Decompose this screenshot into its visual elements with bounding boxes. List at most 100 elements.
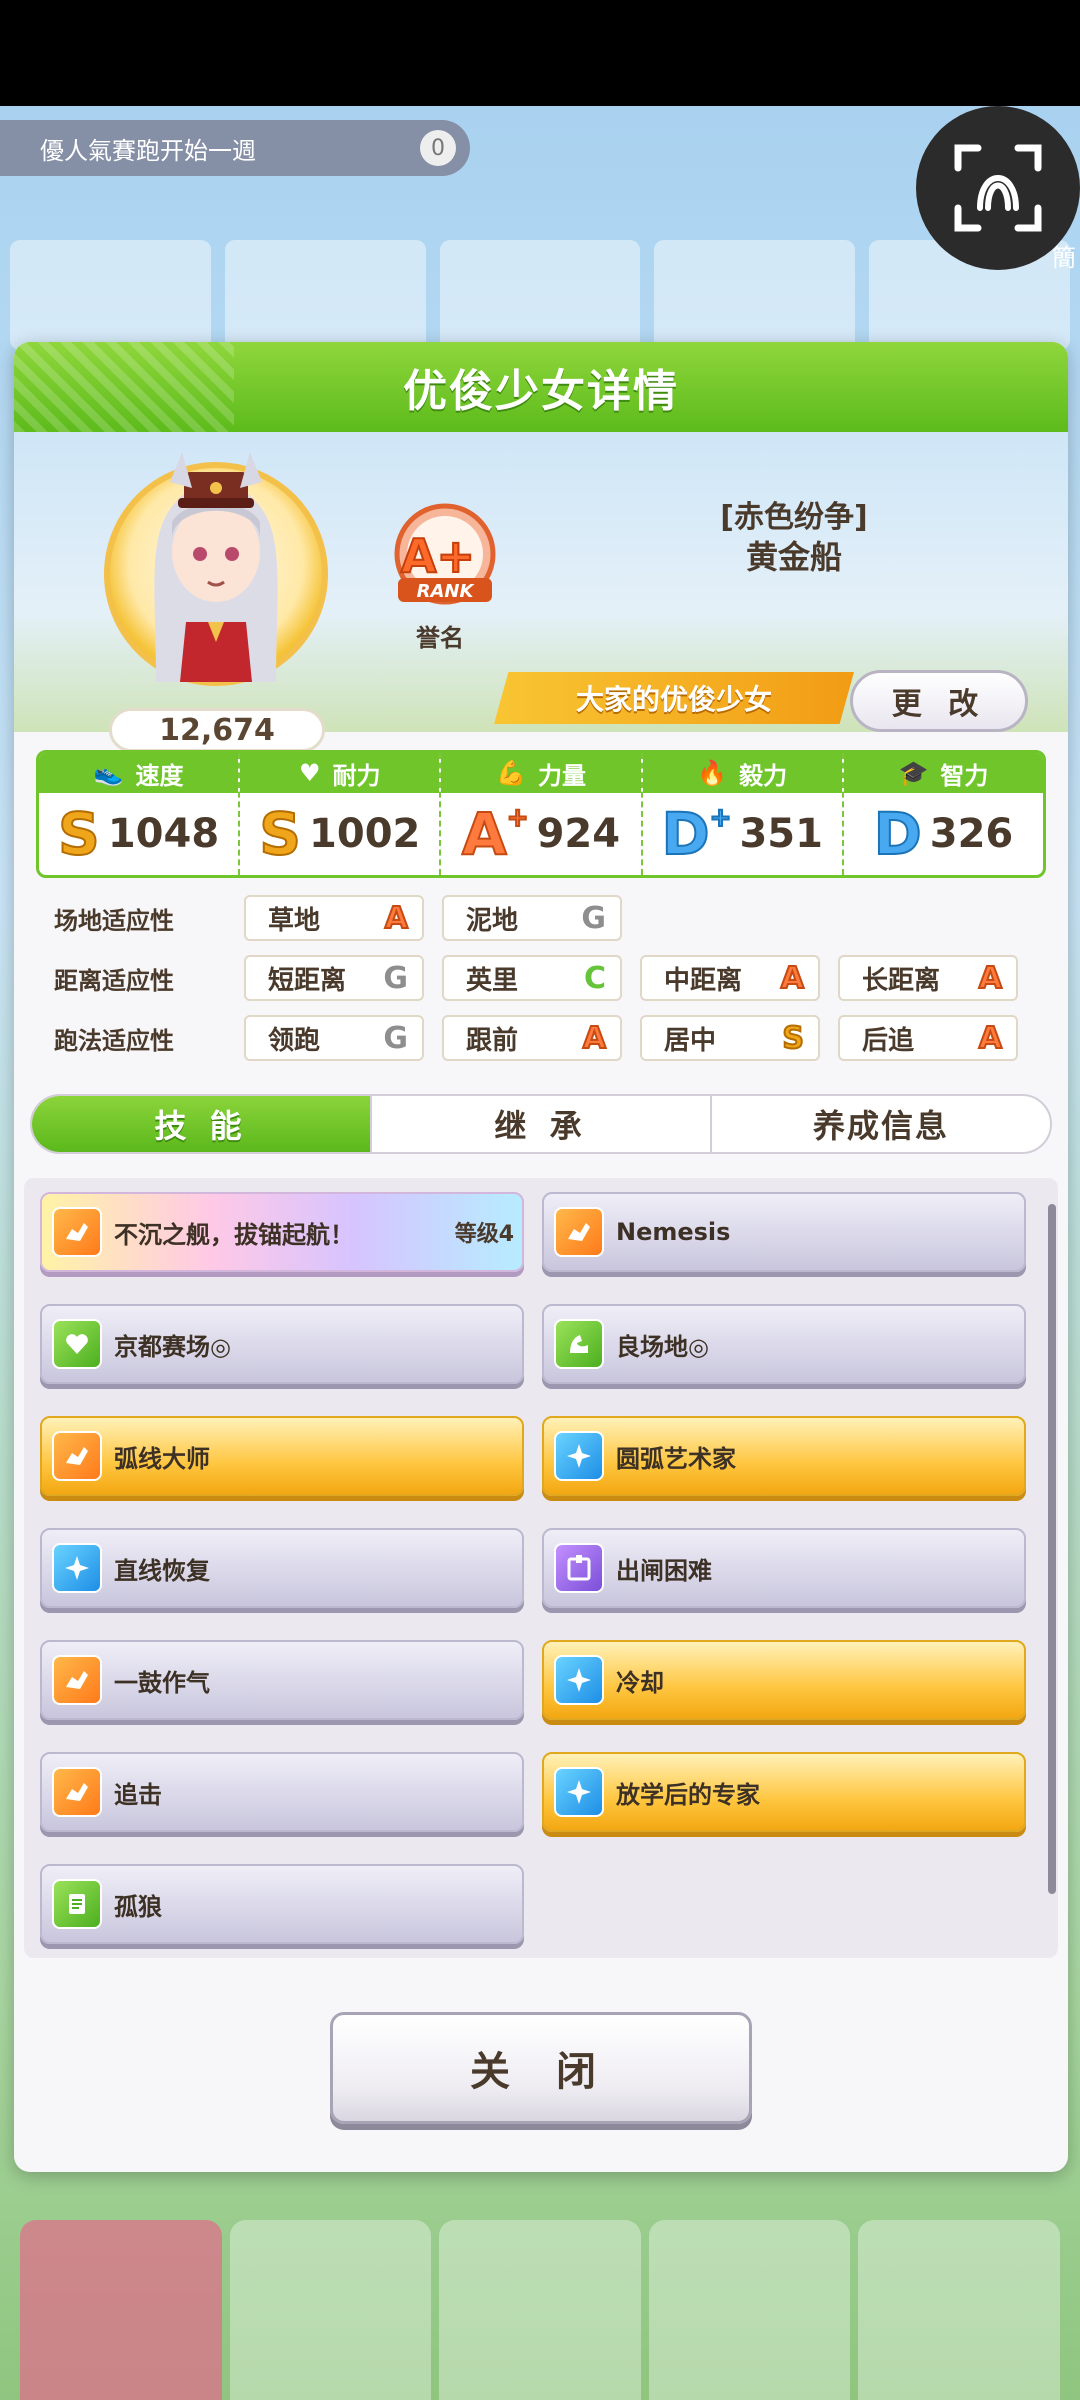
shoe-icon: 👟 <box>93 759 124 787</box>
stat-speed: 👟 速度 S 1048 <box>39 753 241 875</box>
document-icon <box>52 1879 102 1929</box>
background-card <box>654 240 856 350</box>
stat-grade: S <box>258 800 302 868</box>
graduation-cap-icon: 🎓 <box>898 759 929 787</box>
aptitude-sprint: 短距离 G <box>244 955 424 1001</box>
skill-level: 等级4 <box>454 1222 514 1247</box>
rank-word: RANK <box>417 581 476 602</box>
muscle-icon <box>554 1319 604 1369</box>
skill-item[interactable]: 追击 <box>40 1752 524 1832</box>
title-ribbon: 大家的优俊少女 <box>494 672 854 724</box>
stat-value: 351 <box>739 811 823 857</box>
aptitude-label: 场地适应性 <box>54 906 174 935</box>
running-horse-icon <box>52 1767 102 1817</box>
tab-training-info[interactable]: 养成信息 <box>712 1096 1050 1152</box>
skill-name: 直线恢复 <box>114 1556 210 1585</box>
style-aptitude-row: 跑法适应性 领跑 G 跟前 A 居中 S 后追 A <box>54 1014 1036 1062</box>
stat-value: 1002 <box>309 811 421 857</box>
heart-icon <box>52 1319 102 1369</box>
skill-item[interactable]: 京都赛场◎ <box>40 1304 524 1384</box>
background-event-pill: 優人氣賽跑开始一週 0 <box>0 120 470 176</box>
dialog-title: 优俊少女详情 <box>14 342 1068 432</box>
change-title-button[interactable]: 更 改 <box>850 670 1028 732</box>
rank-caption: 誉名 <box>416 624 464 652</box>
stat-value: 924 <box>536 811 621 857</box>
umamusume-detail-dialog: 优俊少女详情 12,674 A+ RANK 誉名 [赤色纷争] 黄金船 大家的优… <box>14 342 1068 2172</box>
flame-icon: 🔥 <box>697 759 728 787</box>
skill-item[interactable]: 直线恢复 <box>40 1528 524 1608</box>
skill-item[interactable]: 放学后的专家 <box>542 1752 1026 1832</box>
background-nav-item <box>858 2220 1060 2400</box>
skill-name: 圆弧艺术家 <box>616 1444 736 1473</box>
skill-item[interactable]: 出闸困难 <box>542 1528 1026 1608</box>
aptitude-pace-chaser: 跟前 A <box>442 1015 622 1061</box>
rank-grade: A+ <box>401 529 475 583</box>
background-nav-item <box>439 2220 641 2400</box>
stat-label: 毅力 <box>739 761 788 790</box>
stat-label: 力量 <box>537 761 586 790</box>
stats-panel: 👟 速度 S 1048 ♥ 耐力 S 1002 💪 力量 A+ 924 🔥 毅力 D+ 351 … <box>36 750 1046 878</box>
skill-item[interactable]: 良场地◎ <box>542 1304 1026 1384</box>
muscle-icon: 💪 <box>496 759 526 787</box>
evaluation-score: 12,674 <box>109 708 325 752</box>
aptitude-front-runner: 领跑 G <box>244 1015 424 1061</box>
skill-name: 一鼓作气 <box>114 1668 210 1697</box>
background-card <box>224 240 426 350</box>
scroll-thumb[interactable] <box>1048 1204 1056 1894</box>
simplified-label[interactable]: 簡 <box>1052 238 1076 273</box>
sparkle-icon <box>554 1767 604 1817</box>
sparkle-icon <box>554 1431 604 1481</box>
skill-name: 弧线大师 <box>114 1444 210 1473</box>
stat-label: 速度 <box>135 761 184 790</box>
character-name: 黄金船 <box>745 538 842 576</box>
aptitude-end-closer: 后追 A <box>838 1015 1018 1061</box>
skills-list[interactable]: 不沉之舰，拔锚起航！ 等级4 Nemesis 京都赛场◎ 良场地◎ 弧线大师 圆… <box>24 1178 1058 1958</box>
character-epithet: [赤色纷争] <box>720 500 868 535</box>
skill-name: Nemesis <box>616 1218 731 1246</box>
running-horse-icon <box>52 1655 102 1705</box>
background-nav-item <box>20 2220 222 2400</box>
tab-inheritance[interactable]: 继 承 <box>372 1096 712 1152</box>
background-card <box>10 240 211 350</box>
skill-item[interactable]: 冷却 <box>542 1640 1026 1720</box>
skills-scrollbar[interactable] <box>1048 1204 1056 1894</box>
skill-item[interactable]: 一鼓作气 <box>40 1640 524 1720</box>
stat-power: 💪 力量 A+ 924 <box>441 753 643 875</box>
heart-icon: ♥ <box>299 759 321 787</box>
skill-item[interactable]: 弧线大师 <box>40 1416 524 1496</box>
skill-item[interactable]: Nemesis <box>542 1192 1026 1272</box>
aptitude-label: 跑法适应性 <box>54 1026 174 1055</box>
detail-tabs: 技 能 继 承 养成信息 <box>30 1094 1052 1154</box>
aptitude-late-surger: 居中 S <box>640 1015 820 1061</box>
running-horse-icon <box>554 1207 604 1257</box>
aptitude-mile: 英里 C <box>442 955 622 1001</box>
aptitude-long: 长距离 A <box>838 955 1018 1001</box>
distance-aptitude-row: 距离适应性 短距离 G 英里 C 中距离 A 长距离 A <box>54 954 1036 1002</box>
stat-guts: 🔥 毅力 D+ 351 <box>642 753 844 875</box>
background-nav-item <box>229 2220 432 2400</box>
aptitude-label: 距离适应性 <box>54 966 174 995</box>
background-nav-item <box>648 2220 851 2400</box>
sparkle-icon <box>554 1655 604 1705</box>
stat-grade: D+ <box>660 800 732 868</box>
skill-name: 冷却 <box>616 1668 664 1697</box>
stat-stamina: ♥ 耐力 S 1002 <box>240 753 442 875</box>
stat-grade: A+ <box>461 800 530 868</box>
scan-icon <box>954 144 1042 232</box>
character-portrait <box>154 452 278 682</box>
close-button[interactable]: 关 闭 <box>330 2012 752 2124</box>
skill-item[interactable]: 圆弧艺术家 <box>542 1416 1026 1496</box>
skill-name: 孤狼 <box>114 1892 162 1921</box>
skill-item[interactable]: 不沉之舰，拔锚起航！ 等级4 <box>40 1192 524 1272</box>
stat-wisdom: 🎓 智力 D 326 <box>843 753 1043 875</box>
skill-name: 不沉之舰，拔锚起航！ <box>114 1220 354 1249</box>
stat-grade: D <box>873 800 923 868</box>
running-horse-icon <box>52 1431 102 1481</box>
tab-skills[interactable]: 技 能 <box>32 1096 372 1152</box>
background-event-text: 優人氣賽跑开始一週 <box>40 136 256 165</box>
skill-name: 京都赛场◎ <box>114 1332 231 1361</box>
aptitude-turf: 草地 A <box>244 895 424 941</box>
stat-value: 326 <box>929 811 1014 857</box>
skill-item[interactable]: 孤狼 <box>40 1864 524 1944</box>
running-horse-icon <box>52 1207 102 1257</box>
